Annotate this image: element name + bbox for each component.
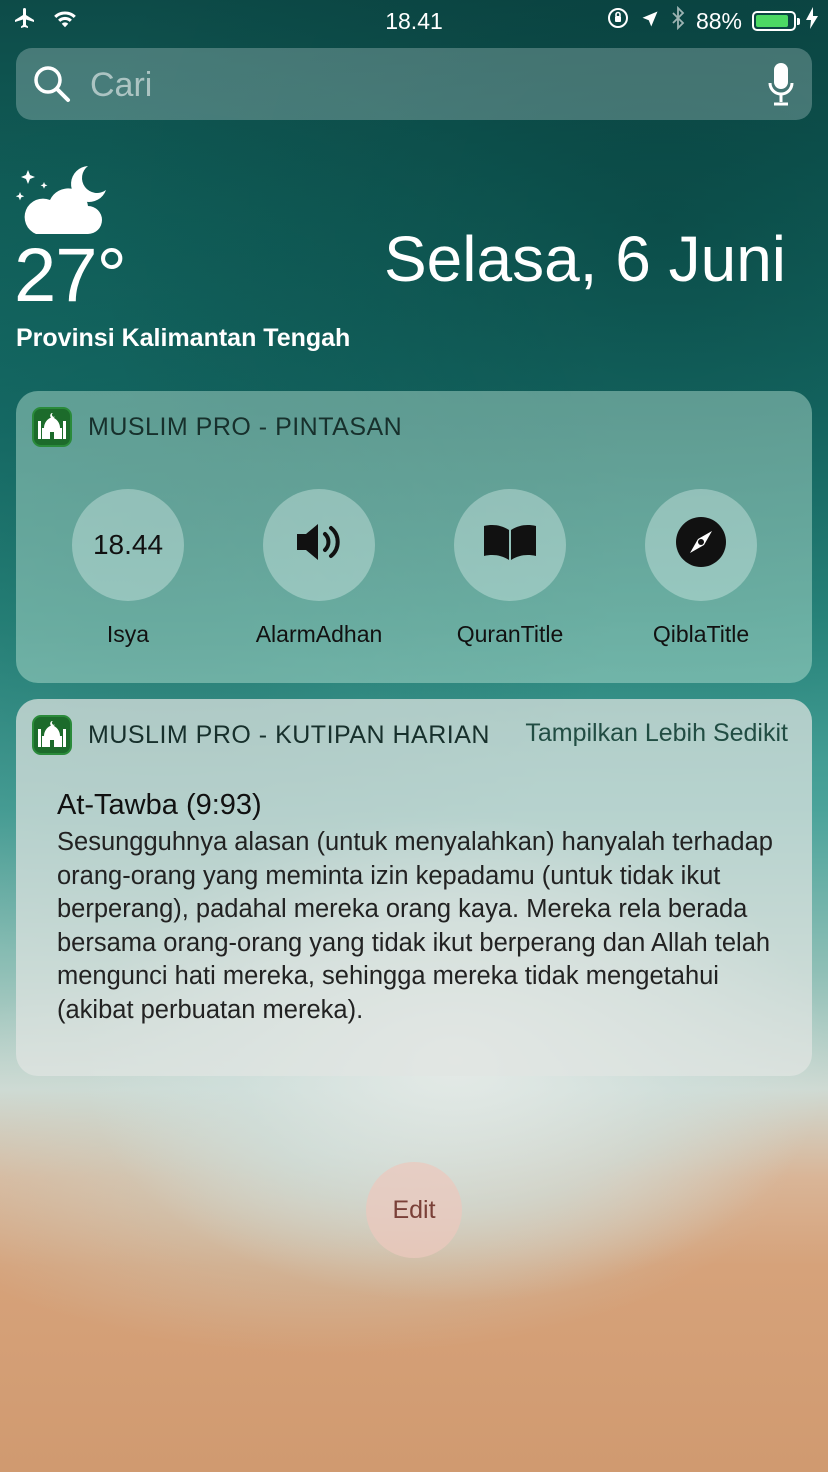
widget-muslim-pro-daily-quote: MUSLIM PRO - KUTIPAN HARIAN Tampilkan Le… — [16, 699, 812, 1076]
bluetooth-icon — [670, 5, 686, 36]
search-bar[interactable] — [16, 48, 812, 120]
shortcut-label: AlarmAdhan — [255, 621, 383, 647]
muslim-pro-mosque-icon — [32, 715, 72, 755]
orientation-lock-icon — [606, 6, 630, 36]
shortcut-quran[interactable]: QuranTitle — [413, 489, 604, 659]
show-less-button[interactable]: Tampilkan Lebih Sedikit — [525, 719, 788, 748]
widget-header[interactable]: MUSLIM PRO - PINTASAN — [32, 407, 402, 447]
battery-percent: 88% — [695, 7, 742, 34]
verse-reference: At-Tawba (9:93) — [57, 789, 262, 821]
partly-cloudy-night-icon — [14, 162, 110, 243]
weather-location: Provinsi Kalimantan Tengah — [16, 324, 351, 352]
verse-text: Sesungguhnya alasan (untuk menyalahkan) … — [57, 828, 773, 1024]
shortcut-qibla[interactable]: QiblaTitle — [604, 489, 795, 659]
date-label: Selasa, 6 Juni — [383, 223, 786, 295]
status-bar: 18.41 88% — [0, 0, 828, 40]
search-icon — [32, 64, 72, 109]
shortcut-label: QiblaTitle — [652, 621, 750, 647]
muslim-pro-mosque-icon — [32, 407, 72, 447]
shortcut-label: Isya — [106, 621, 150, 647]
edit-button[interactable]: Edit — [366, 1162, 462, 1258]
widget-title: MUSLIM PRO - KUTIPAN HARIAN — [88, 720, 490, 749]
search-input[interactable] — [88, 62, 732, 108]
compass-icon — [675, 516, 727, 575]
widget-muslim-pro-shortcuts: MUSLIM PRO - PINTASAN 18.44 Isya AlarmAd… — [16, 391, 812, 683]
shortcut-isya[interactable]: 18.44 Isya — [31, 489, 222, 659]
book-icon — [481, 522, 539, 569]
speaker-icon — [295, 520, 343, 571]
location-icon — [640, 8, 660, 35]
microphone-icon[interactable] — [768, 62, 794, 113]
charging-icon — [806, 7, 818, 35]
shortcut-alarm-adhan[interactable]: AlarmAdhan — [222, 489, 413, 659]
isya-time: 18.44 — [72, 489, 184, 601]
temperature: 27° — [14, 233, 127, 318]
widget-header[interactable]: MUSLIM PRO - KUTIPAN HARIAN — [32, 715, 490, 755]
widget-title: MUSLIM PRO - PINTASAN — [88, 412, 403, 441]
battery-icon — [752, 11, 800, 31]
shortcut-label: QuranTitle — [456, 621, 564, 647]
